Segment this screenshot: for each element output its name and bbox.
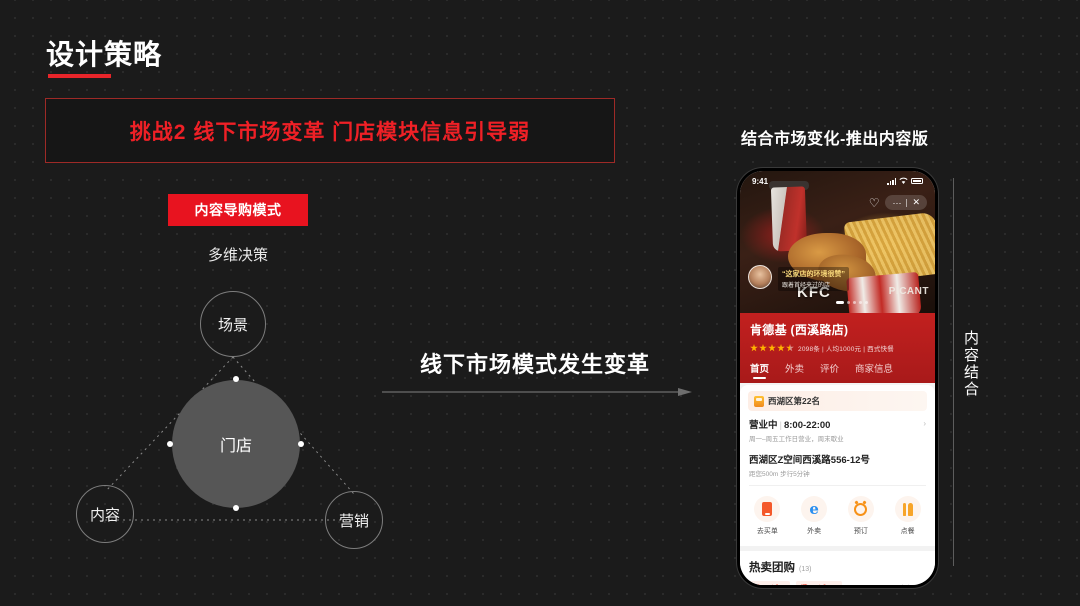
alarm-clock-icon: [847, 496, 874, 522]
quote-line-1: “这家店的环境很赞”: [782, 271, 845, 278]
tab-home[interactable]: 首页: [750, 361, 769, 379]
coupon-2[interactable]: 满399减100: [796, 581, 842, 585]
vertical-label-content-integration: 内容结合: [962, 330, 979, 398]
tab-merchant-info[interactable]: 商家信息: [855, 361, 893, 379]
business-status: 营业中: [749, 420, 778, 431]
business-hours-time: 8:00-22:00: [783, 420, 831, 431]
phone-status-bar: 9:41: [740, 171, 935, 191]
vertical-divider: [953, 178, 954, 566]
hero-action-bar: ♡ ··· ✕: [869, 195, 927, 210]
shop-name: 肯德基 (西溪路店): [750, 323, 849, 337]
challenge-banner-text: 挑战2 线下市场变革 门店模块信息引导弱: [129, 120, 531, 144]
coupon-row: 满199减50 满399减100 去领取 ›: [749, 581, 926, 585]
right-caption: 结合市场变化-推出内容版: [741, 131, 929, 148]
node-label-marketing: 营销: [338, 512, 369, 530]
diagram-node-marketing: 营销: [325, 491, 383, 549]
status-indicators: [887, 177, 923, 185]
anchor-dot-right: [298, 441, 304, 447]
wifi-icon: [899, 177, 908, 184]
anchor-dot-left: [167, 441, 173, 447]
center-node-label: 门店: [219, 438, 252, 455]
heart-icon[interactable]: ♡: [869, 196, 880, 210]
hours-separator: |: [779, 420, 782, 431]
shop-tab-bar[interactable]: 首页 外卖 评价 商家信息: [750, 361, 925, 383]
action-pay[interactable]: 去买单: [747, 496, 787, 536]
close-icon[interactable]: ✕: [912, 197, 920, 208]
strategy-diagram: 门店 场景 内容 营销: [60, 280, 420, 570]
more-icon[interactable]: ···: [892, 198, 901, 208]
action-reserve-label: 预订: [853, 528, 868, 535]
claim-coupons-link[interactable]: 去领取 ›: [899, 583, 926, 586]
hot-deals-count: (13): [799, 566, 812, 573]
hero-quote-overlay: “这家店的环境很赞” 跟着首经来过的店: [778, 267, 849, 291]
phone-mockup: KFC PICANT 9:41 ♡ ··· ✕ “这家店的环境很赞” 跟着首经来…: [737, 168, 938, 588]
pay-icon: [754, 496, 781, 522]
action-order[interactable]: 点餐: [888, 496, 928, 536]
address-text: 西湖区Z空间西溪路556-12号: [749, 455, 870, 466]
tab-takeout[interactable]: 外卖: [785, 361, 804, 379]
shop-header: 肯德基 (西溪路店) 2098条 | 人均1000元 | 西式快餐 首页 外卖 …: [740, 313, 935, 383]
coupon-1[interactable]: 满199减50: [749, 581, 791, 585]
action-reserve[interactable]: 预订: [841, 496, 881, 536]
title-underline: [48, 74, 111, 78]
shop-rating-row: 2098条 | 人均1000元 | 西式快餐: [750, 343, 925, 353]
address-detail: 距您500m 步行5分钟: [749, 471, 810, 478]
hero-image: KFC PICANT 9:41 ♡ ··· ✕ “这家店的环境很赞” 跟着首经来…: [740, 171, 935, 313]
battery-icon: [911, 178, 923, 184]
hot-deals-title: 热卖团购: [749, 562, 795, 574]
rank-text: 西湖区第22名: [768, 396, 820, 406]
shop-info-card: 西湖区第22名 营业中 | 8:00-22:00 周一–周五工作日营业，周末歇业 ›…: [740, 385, 935, 585]
mode-badge-label: 内容导购模式: [194, 202, 282, 218]
picant-logo-text: PICANT: [888, 286, 929, 297]
capsule-menu[interactable]: ··· ✕: [885, 195, 927, 210]
business-hours-row[interactable]: 营业中 | 8:00-22:00 周一–周五工作日营业，周末歇业 ›: [749, 417, 926, 443]
quote-line-2: 跟着首经来过的店: [782, 283, 831, 289]
hot-deals-header: 热卖团购 (13): [749, 559, 926, 575]
star-rating-icon: [750, 344, 794, 352]
anchor-dot-bottom: [233, 505, 239, 511]
content-guide-mode-badge: 内容导购模式: [168, 194, 308, 226]
diagram-center-node-store: 门店: [172, 380, 300, 508]
address-row[interactable]: 西湖区Z空间西溪路556-12号 距您500m 步行5分钟: [749, 452, 926, 478]
challenge-banner: 挑战2 线下市场变革 门店模块信息引导弱: [45, 98, 615, 163]
carousel-indicator[interactable]: [836, 301, 868, 304]
capsule-divider: [906, 198, 908, 207]
diagram-node-content: 内容: [76, 485, 134, 543]
business-hours-main: 营业中 | 8:00-22:00: [749, 417, 926, 431]
anchor-dot-top: [233, 376, 239, 382]
transition-arrow: [382, 384, 692, 400]
phone-screen: KFC PICANT 9:41 ♡ ··· ✕ “这家店的环境很赞” 跟着首经来…: [740, 171, 935, 585]
quick-actions-row[interactable]: 去买单 e 外卖 预订 点餐: [740, 486, 935, 546]
shop-rating-meta: 2098条 | 人均1000元 | 西式快餐: [798, 346, 894, 353]
diagram-node-scene: 场景: [200, 291, 266, 357]
action-order-label: 点餐: [900, 528, 915, 535]
tab-reviews[interactable]: 评价: [820, 361, 839, 379]
action-takeout[interactable]: e 外卖: [794, 496, 834, 536]
page-title: 设计策略: [46, 39, 163, 70]
chevron-right-icon[interactable]: ›: [923, 419, 926, 428]
action-takeout-label: 外卖: [807, 528, 822, 535]
multi-dimension-subtitle: 多维决策: [207, 247, 268, 264]
hot-deals-section: 热卖团购 (13) 满199减50 满399减100 去领取 ›: [740, 551, 935, 585]
status-time: 9:41: [752, 176, 769, 186]
business-hours-detail: 周一–周五工作日营业，周末歇业: [749, 436, 844, 443]
action-pay-label: 去买单: [756, 528, 778, 535]
trophy-icon: [754, 395, 764, 407]
node-label-scene: 场景: [217, 316, 248, 334]
center-caption: 线下市场模式发生变革: [420, 352, 651, 377]
rank-banner[interactable]: 西湖区第22名: [748, 391, 927, 411]
reviewer-avatar[interactable]: [748, 265, 772, 289]
signal-icon: [887, 177, 896, 185]
node-label-content: 内容: [89, 506, 120, 524]
cutlery-icon: [894, 496, 921, 522]
eleme-icon: e: [801, 496, 828, 522]
